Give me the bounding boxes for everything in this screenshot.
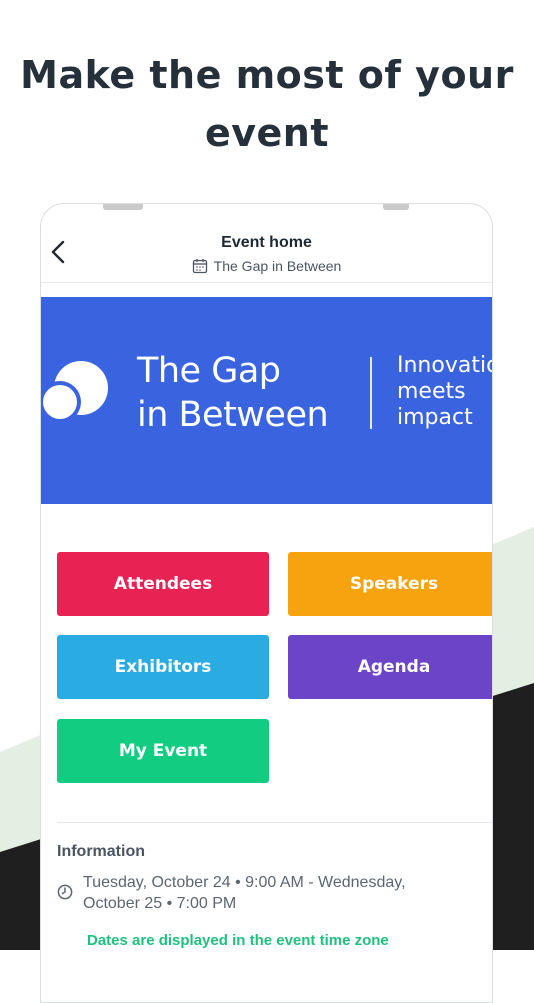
attendees-button-label: Attendees: [113, 574, 213, 594]
agenda-button[interactable]: Agenda: [288, 635, 492, 699]
information-heading: Information: [57, 843, 145, 860]
event-subtitle-text: The Gap in Between: [213, 258, 342, 274]
clock-icon: [57, 884, 73, 900]
event-logo-icon: [41, 361, 108, 423]
banner-divider: [370, 357, 372, 429]
event-dates-row: Tuesday, October 24 • 9:00 AM - Wednesda…: [57, 872, 477, 914]
banner-name-line1: The Gap: [137, 351, 281, 391]
exhibitors-button[interactable]: Exhibitors: [57, 635, 269, 699]
calendar-icon: [192, 259, 207, 274]
event-dates-line2: October 25 • 7:00 PM: [83, 895, 237, 912]
banner-tagline: Innovation meets impact: [397, 353, 492, 431]
banner-tagline-line2: meets: [397, 379, 466, 404]
phone-frame: Event home The Gap in Between The Gap in…: [40, 203, 493, 1003]
exhibitors-button-label: Exhibitors: [114, 657, 212, 677]
page-title: Event home: [221, 234, 312, 251]
banner-tagline-line1: Innovation: [397, 353, 492, 378]
event-banner: The Gap in Between Innovation meets impa…: [41, 297, 492, 504]
event-subtitle: The Gap in Between: [41, 258, 492, 274]
speakers-button-label: Speakers: [349, 574, 439, 594]
my-event-button[interactable]: My Event: [57, 719, 269, 783]
banner-name-line2: in Between: [137, 395, 329, 435]
nav-bar: Event home The Gap in Between: [41, 204, 492, 283]
agenda-button-label: Agenda: [357, 657, 431, 677]
marketing-headline: Make the most of your event: [0, 46, 534, 162]
headline-text: Make the most of your event: [20, 53, 514, 155]
section-divider: [57, 822, 492, 823]
attendees-button[interactable]: Attendees: [57, 552, 269, 616]
timezone-note: Dates are displayed in the event time zo…: [87, 932, 389, 949]
event-dates-line1: Tuesday, October 24 • 9:00 AM - Wednesda…: [83, 874, 406, 891]
banner-event-name: The Gap in Between: [137, 349, 329, 437]
event-dates: Tuesday, October 24 • 9:00 AM - Wednesda…: [83, 872, 406, 914]
speakers-button[interactable]: Speakers: [288, 552, 492, 616]
my-event-button-label: My Event: [118, 741, 208, 761]
banner-tagline-line3: impact: [397, 405, 473, 430]
